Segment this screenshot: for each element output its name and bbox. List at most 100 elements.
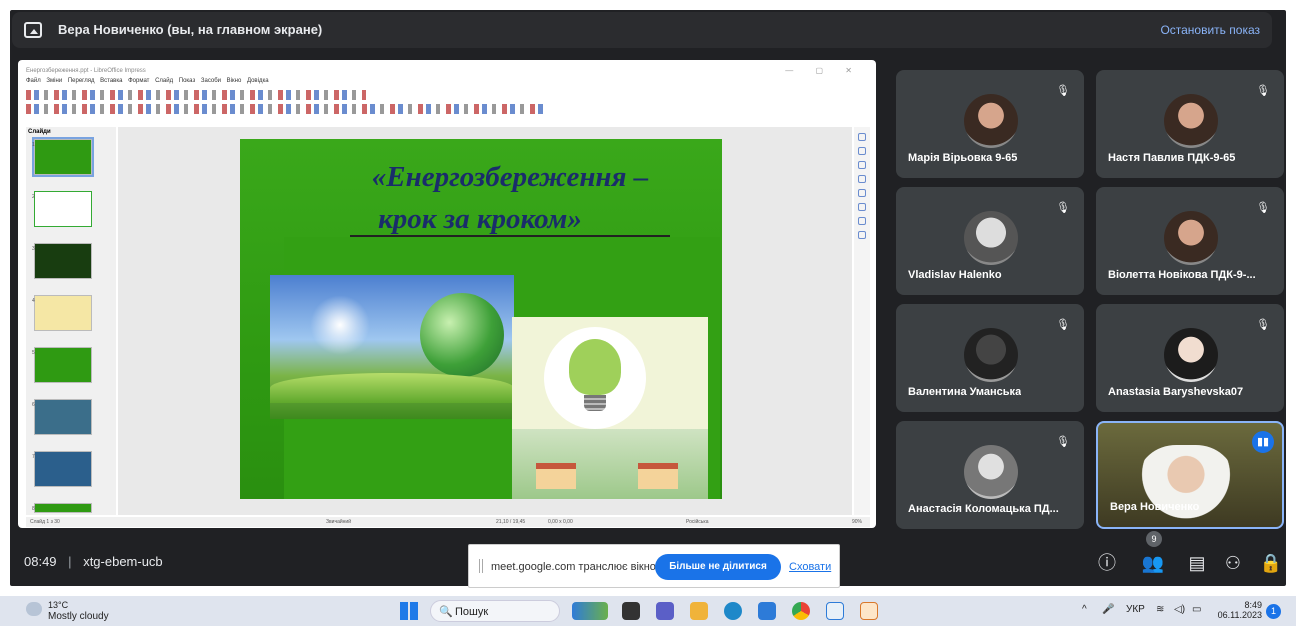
impress-menubar[interactable]: Файл Зміни Перегляд Вставка Формат Слайд… [26,78,269,84]
slide-thumbnail[interactable] [34,347,92,383]
participant-tile[interactable]: 🎙 Валентина Уманська [896,304,1084,412]
current-slide[interactable]: «Енергозбереження – крок за кроком» [240,139,722,499]
slide-thumbnail[interactable] [32,137,94,177]
participant-name: Anastasia Baryshevska07 [1108,386,1244,398]
clock-date: 06.11.2023 [1217,610,1262,620]
slide-number: 7 [32,454,35,460]
microphone-icon[interactable]: 🎤 [1102,604,1114,615]
house-icon [536,463,576,489]
grass-wave [270,373,514,403]
slide-number: 6 [32,402,35,408]
avatar [1164,328,1218,382]
sharing-notification: meet.google.com транслює вікно. Більше н… [468,544,840,588]
chevron-up-icon[interactable]: ^ [1082,604,1087,615]
participant-tile[interactable]: 🎙 Vladislav Halenko [896,187,1084,295]
meeting-time: 08:49 [24,554,57,569]
shared-window: Енергозбереження.ppt - LibreOffice Impre… [18,60,876,528]
meeting-separator: | [68,554,72,569]
volume-icon[interactable]: ◁) [1174,604,1185,615]
participant-tile[interactable]: 🎙 Марія Вірьовка 9-65 [896,70,1084,178]
participant-tile[interactable]: 🎙 Анастасія Коломацька ПД... [896,421,1084,529]
slide-title-line1: «Енергозбереження – [371,161,649,193]
avatar [964,94,1018,148]
lightbulb-image [512,317,708,499]
house-icon [638,463,678,489]
participant-name: Валентина Уманська [908,386,1022,398]
windows-start-icon[interactable] [400,602,418,620]
bulb-base [584,395,606,411]
drag-handle-icon[interactable] [479,559,483,573]
standard-toolbar[interactable] [26,90,366,100]
input-language[interactable]: УКР [1126,604,1145,615]
avatar [1164,94,1218,148]
widgets-icon[interactable] [572,602,608,620]
hide-link[interactable]: Сховати [789,561,831,573]
globe-image [270,275,514,419]
wifi-icon[interactable]: ≋ [1156,604,1164,615]
system-clock[interactable]: 8:49 06.11.2023 [1214,600,1262,620]
chrome-icon[interactable] [792,602,810,620]
slide-thumbnail[interactable] [34,191,92,227]
avatar [964,445,1018,499]
mic-off-icon: 🎙 [1256,202,1270,214]
meeting-info: 08:49 | xtg-ebem-ucb [24,554,163,569]
info-icon[interactable]: ⓘ [1092,548,1122,578]
libreoffice-writer-icon[interactable] [826,602,844,620]
store-icon[interactable] [758,602,776,620]
people-icon[interactable]: 👥 [1138,548,1168,578]
activities-icon[interactable]: ⚇ [1218,548,1248,578]
clock-time: 8:49 [1244,600,1262,610]
cloud-icon [26,602,42,616]
slide-thumbnail[interactable] [34,399,92,435]
impress-statusbar: Слайд 1 з 30 Звичайний 21,10 / 19,45 0,0… [26,517,870,527]
slide-thumbnail[interactable] [34,295,92,331]
participant-name: Vladislav Halenko [908,269,1002,281]
participant-tile[interactable]: 🎙 Віолетта Новікова ПДК-9-... [1096,187,1284,295]
meeting-code[interactable]: xtg-ebem-ucb [83,554,162,569]
status-zoom[interactable]: 90% [852,519,862,525]
status-position: 21,10 / 19,45 [496,519,526,525]
slide-thumbnail[interactable] [34,503,92,513]
self-view-tile[interactable]: ▮▮ Вера Новиченко [1096,421,1284,529]
slide-number: 3 [32,246,35,252]
libreoffice-impress-icon[interactable] [860,602,878,620]
status-layout: Звичайний [326,519,351,525]
host-controls-icon[interactable]: 🔒 [1256,548,1286,578]
window-controls[interactable]: — ▢ ✕ [785,66,862,75]
slide-number: 8 [32,506,35,512]
slide-thumbnail[interactable] [34,243,92,279]
battery-icon[interactable]: ▭ [1192,604,1201,615]
lightbulb-icon [569,339,621,395]
notification-badge[interactable]: 1 [1266,604,1281,619]
windows-taskbar: 13°C Mostly cloudy 🔍 Пошук ^ 🎤 УКР ≋ ◁) … [0,596,1296,626]
participant-name: Віолетта Новікова ПДК-9-... [1108,269,1256,281]
mic-off-icon: 🎙 [1056,202,1070,214]
temperature: 13°C [48,600,69,610]
globe-icon [420,293,504,377]
chat-icon[interactable]: ▤ [1182,548,1212,578]
slides-panel-title: Слайди [28,129,51,135]
teams-chat-icon[interactable] [656,602,674,620]
status-language: Російська [686,519,709,525]
search-placeholder: Пошук [455,606,489,618]
mic-off-icon: 🎙 [1256,319,1270,331]
sharing-message: meet.google.com транслює вікно. [491,561,659,573]
participant-tile[interactable]: 🎙 Anastasia Baryshevska07 [1096,304,1284,412]
drawing-toolbar[interactable] [26,104,546,114]
taskbar-search[interactable]: 🔍 Пошук [430,600,560,622]
edge-icon[interactable] [724,602,742,620]
participant-name: Марія Вірьовка 9-65 [908,152,1018,164]
stop-presenting-button[interactable]: Остановить показ [1160,23,1260,37]
avatar [964,211,1018,265]
file-explorer-icon[interactable] [690,602,708,620]
sidebar-deck[interactable] [854,127,870,515]
speaking-indicator-icon: ▮▮ [1252,431,1274,453]
participant-tile[interactable]: 🎙 Настя Павлив ПДК-9-65 [1096,70,1284,178]
slide-thumbnail[interactable] [34,451,92,487]
slide-number: 4 [32,298,35,304]
mic-off-icon: 🎙 [1056,85,1070,97]
weather-desc: Mostly cloudy [48,611,109,622]
presentation-banner: Вера Новиченко (вы, на главном экране) О… [12,12,1272,48]
stop-sharing-button[interactable]: Більше не ділитися [655,554,781,580]
task-view-icon[interactable] [622,602,640,620]
